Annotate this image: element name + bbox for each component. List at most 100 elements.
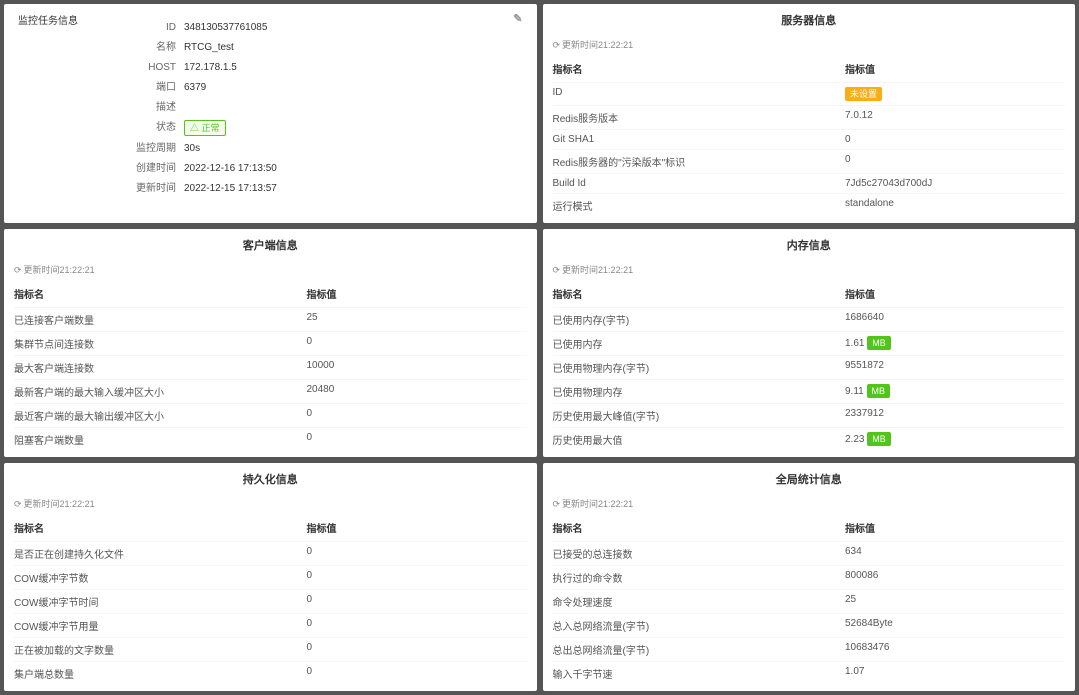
table-row: Git SHA10: [553, 129, 1066, 149]
metric-value: 未设置: [845, 87, 1065, 101]
info-label: 名称: [14, 40, 184, 56]
table-row: 输入千字节速1.07: [553, 661, 1066, 685]
stats-card-title: 全局统计信息: [553, 469, 1066, 493]
table-row: 执行过的命令数800086: [553, 565, 1066, 589]
metric-name: 集群节点间连接数: [14, 336, 307, 351]
metric-value: 2.23 MB: [845, 432, 1065, 447]
metric-value: 1686640: [845, 312, 1065, 327]
client-card-title: 客户端信息: [14, 235, 527, 259]
persist-info-card: 持久化信息 ⟳更新时间21:22:21 指标名 指标值 是否正在创建持久化文件0…: [4, 463, 537, 691]
table-row: 已使用物理内存(字节)9551872: [553, 355, 1066, 379]
table-header: 指标名 指标值: [553, 514, 1066, 541]
info-label: 创建时间: [14, 161, 184, 177]
table-header: 指标名 指标值: [553, 55, 1066, 82]
metric-value: 634: [845, 546, 1065, 561]
metric-name: 已使用内存: [553, 336, 846, 351]
table-row: 历史使用最大峰值(字节)2337912: [553, 403, 1066, 427]
metric-name: 正在被加载的文字数量: [14, 642, 307, 657]
metric-value: 1.07: [845, 666, 1065, 681]
table-header: 指标名 指标值: [14, 514, 527, 541]
info-row: 端口6379: [14, 78, 527, 98]
refresh-icon[interactable]: ⟳: [553, 265, 561, 275]
metric-value: 0: [307, 666, 527, 681]
table-row: 最大客户端连接数10000: [14, 355, 527, 379]
metric-name: 历史使用最大峰值(字节): [553, 408, 846, 423]
table-row: 阻塞客户端数量0: [14, 427, 527, 451]
refresh-icon[interactable]: ⟳: [14, 499, 22, 509]
table-row: Build Id7Jd5c27043d700dJ: [553, 173, 1066, 193]
metric-value: 0: [307, 618, 527, 633]
info-label: HOST: [14, 60, 184, 76]
info-label: 端口: [14, 80, 184, 96]
metric-value: 0: [845, 154, 1065, 169]
info-row: 描述: [14, 98, 527, 118]
refresh-row[interactable]: ⟳更新时间21:22:21: [553, 493, 1066, 514]
metric-name: ID: [553, 87, 846, 101]
table-row: 集群节点间连接数0: [14, 331, 527, 355]
metric-name: Git SHA1: [553, 134, 846, 145]
metric-name: 执行过的命令数: [553, 570, 846, 585]
table-row: 运行模式standalone: [553, 193, 1066, 217]
metric-value: 0: [307, 432, 527, 447]
info-row: 监控周期30s: [14, 139, 527, 159]
status-tag: △ 正常: [184, 120, 226, 136]
refresh-icon[interactable]: ⟳: [553, 499, 561, 509]
table-row: 已使用内存(字节)1686640: [553, 307, 1066, 331]
info-value: 348130537761085: [184, 20, 267, 36]
metric-value: 0: [307, 546, 527, 561]
metric-value: 0: [307, 642, 527, 657]
metric-value: 0: [845, 134, 1065, 145]
stats-info-card: 全局统计信息 ⟳更新时间21:22:21 指标名 指标值 已接受的总连接数634…: [543, 463, 1076, 691]
metric-value: 52684Byte: [845, 618, 1065, 633]
metric-name: 总出总网络流量(字节): [553, 642, 846, 657]
table-row: 总出总网络流量(字节)10683476: [553, 637, 1066, 661]
info-value: RTCG_test: [184, 40, 234, 56]
server-info-card: 服务器信息 ⟳更新时间21:22:21 指标名 指标值 ID未设置Redis服务…: [543, 4, 1076, 223]
table-row: 命令处理速度25: [553, 589, 1066, 613]
metric-name: Redis服务版本: [553, 110, 846, 125]
metric-name: 命令处理速度: [553, 594, 846, 609]
info-value: 2022-12-15 17:13:57: [184, 181, 277, 197]
refresh-icon[interactable]: ⟳: [553, 40, 561, 50]
table-row: 最近客户端的最大输出缓冲区大小0: [14, 403, 527, 427]
metric-value: 9551872: [845, 360, 1065, 375]
refresh-row[interactable]: ⟳更新时间21:22:21: [14, 493, 527, 514]
task-card-title: 监控任务信息: [18, 12, 78, 27]
metric-name: COW缓冲字节数: [14, 570, 307, 585]
unit-tag: MB: [867, 336, 891, 350]
info-row: 创建时间2022-12-16 17:13:50: [14, 159, 527, 179]
unit-tag: MB: [867, 384, 891, 398]
metric-name: 集户端总数量: [14, 666, 307, 681]
metric-name: COW缓冲字节时间: [14, 594, 307, 609]
table-row: ID未设置: [553, 82, 1066, 105]
metric-value: standalone: [845, 198, 1065, 213]
refresh-row[interactable]: ⟳更新时间21:22:21: [553, 259, 1066, 280]
metric-name: Build Id: [553, 178, 846, 189]
table-row: Redis服务版本7.0.12: [553, 105, 1066, 129]
refresh-row[interactable]: ⟳更新时间21:22:21: [553, 34, 1066, 55]
metric-value: 10683476: [845, 642, 1065, 657]
client-info-card: 客户端信息 ⟳更新时间21:22:21 指标名 指标值 已连接客户端数量25集群…: [4, 229, 537, 457]
refresh-row[interactable]: ⟳更新时间21:22:21: [14, 259, 527, 280]
info-label: 更新时间: [14, 181, 184, 197]
metric-name: 总入总网络流量(字节): [553, 618, 846, 633]
metric-name: 最近客户端的最大输出缓冲区大小: [14, 408, 307, 423]
table-row: 是否正在创建持久化文件0: [14, 541, 527, 565]
table-header: 指标名 指标值: [14, 280, 527, 307]
metric-value: 9.11 MB: [845, 384, 1065, 399]
metric-name: 已使用内存(字节): [553, 312, 846, 327]
info-row: ID348130537761085: [14, 18, 527, 38]
refresh-icon[interactable]: ⟳: [14, 265, 22, 275]
table-row: 已使用内存1.61 MB: [553, 331, 1066, 355]
edit-icon[interactable]: ✎: [513, 12, 522, 25]
table-row: COW缓冲字节用量0: [14, 613, 527, 637]
table-row: 最新客户端的最大输入缓冲区大小20480: [14, 379, 527, 403]
metric-name: COW缓冲字节用量: [14, 618, 307, 633]
metric-name: 已接受的总连接数: [553, 546, 846, 561]
memory-card-title: 内存信息: [553, 235, 1066, 259]
table-row: 已使用物理内存9.11 MB: [553, 379, 1066, 403]
metric-value: 2337912: [845, 408, 1065, 423]
metric-value: 0: [307, 594, 527, 609]
metric-value: 20480: [307, 384, 527, 399]
table-row: 正在被加载的文字数量0: [14, 637, 527, 661]
